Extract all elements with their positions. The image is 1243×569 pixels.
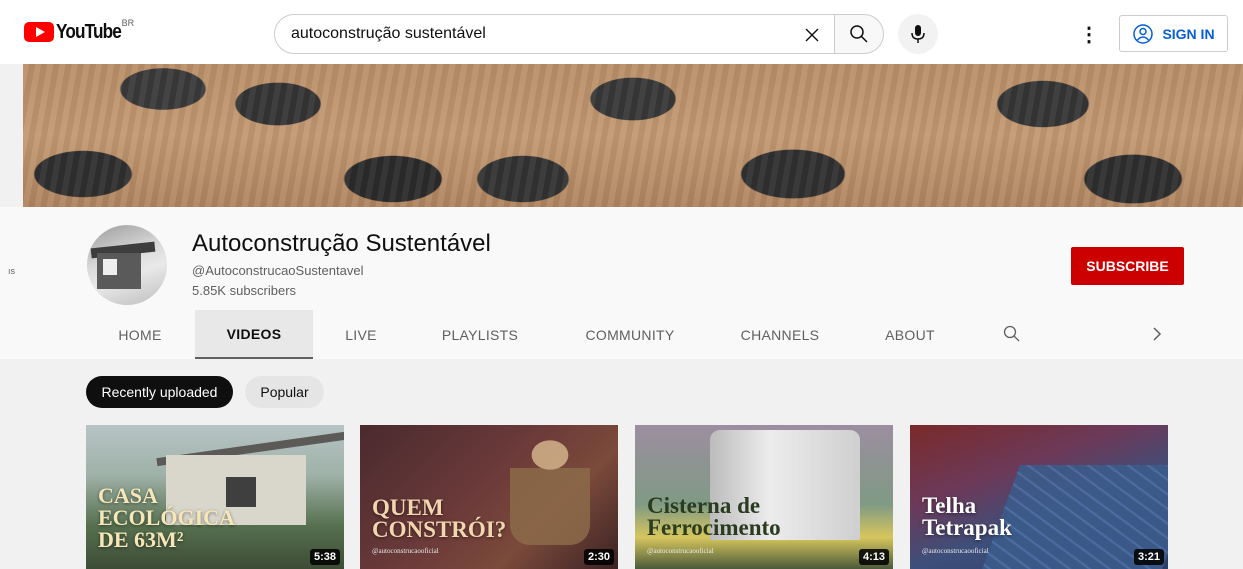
video-duration: 3:21 — [1133, 549, 1164, 565]
sign-in-button[interactable]: SIGN IN — [1119, 15, 1228, 52]
channel-tabs: HOME VIDEOS LIVE PLAYLISTS COMMUNITY CHA… — [0, 310, 1243, 359]
title-line: Telha — [922, 493, 977, 518]
channel-search-button[interactable] — [1000, 322, 1024, 346]
tab-home[interactable]: HOME — [110, 310, 170, 359]
search-icon — [1003, 325, 1020, 342]
title-line: DE 63M² — [98, 527, 184, 552]
masthead: YouTube BR ⋮ SIGN IN — [0, 0, 1243, 64]
tabs-next-button[interactable] — [1145, 322, 1169, 346]
search-button[interactable] — [834, 14, 884, 54]
video-title-overlay: CASA ECOLÓGICA DE 63M² — [98, 485, 235, 551]
video-handle-overlay: @autoconstrucaooficial — [922, 547, 989, 555]
search-input[interactable] — [291, 25, 771, 43]
tab-community[interactable]: COMMUNITY — [575, 310, 685, 359]
video-thumbnail[interactable]: QUEM CONSTRÓI? @autoconstrucaooficial 2:… — [360, 425, 618, 569]
more-vert-icon: ⋮ — [1079, 23, 1099, 46]
title-line: Ferrocimento — [647, 515, 781, 540]
logo-text: YouTube — [56, 21, 122, 43]
title-line: CONSTRÓI? — [372, 517, 507, 542]
settings-menu-button[interactable]: ⋮ — [1077, 20, 1101, 48]
search-icon — [850, 25, 868, 43]
user-circle-icon — [1133, 23, 1154, 44]
channel-title: Autoconstrução Sustentável — [192, 230, 491, 257]
youtube-logo-icon — [24, 22, 54, 42]
thumb-worker-shape — [510, 435, 590, 545]
channel-avatar[interactable] — [87, 225, 167, 305]
video-duration: 5:38 — [309, 549, 340, 565]
video-title-overlay: Telha Tetrapak — [922, 493, 1012, 540]
title-line: CASA — [98, 483, 158, 508]
youtube-logo[interactable]: YouTube BR — [24, 18, 134, 43]
chevron-right-icon — [1153, 327, 1162, 341]
avatar-house-shape — [97, 253, 141, 289]
title-line: QUEM — [372, 495, 444, 520]
video-thumbnail[interactable]: Cisterna de Ferrocimento @autoconstrucao… — [635, 425, 893, 569]
clear-icon — [805, 28, 819, 42]
video-handle-overlay: @autoconstrucaooficial — [372, 547, 439, 555]
clear-search-button[interactable] — [798, 21, 826, 49]
channel-banner — [23, 64, 1243, 207]
country-code: BR — [121, 18, 135, 28]
video-duration: 2:30 — [583, 549, 614, 565]
title-line: Tetrapak — [922, 515, 1012, 540]
title-line: ECOLÓGICA — [98, 505, 235, 530]
channel-handle: @AutoconstrucaoSustentavel — [192, 263, 364, 278]
video-thumbnail[interactable]: CASA ECOLÓGICA DE 63M² 5:38 — [86, 425, 344, 569]
mic-icon — [911, 25, 925, 43]
title-line: Cisterna de — [647, 493, 761, 518]
subscriber-count: 5.85K subscribers — [192, 283, 297, 298]
tab-live[interactable]: LIVE — [336, 310, 386, 359]
sidebar-stub-text: ıs — [8, 266, 16, 276]
sign-in-label: SIGN IN — [1162, 25, 1215, 42]
tab-channels[interactable]: CHANNELS — [730, 310, 830, 359]
voice-search-button[interactable] — [898, 14, 938, 54]
tab-about[interactable]: ABOUT — [878, 310, 942, 359]
subscribe-button[interactable]: SUBSCRIBE — [1071, 247, 1184, 285]
video-title-overlay: QUEM CONSTRÓI? — [372, 495, 507, 542]
video-duration: 4:13 — [858, 549, 889, 565]
video-title-overlay: Cisterna de Ferrocimento — [647, 493, 781, 540]
tab-videos[interactable]: VIDEOS — [195, 310, 313, 359]
search-box — [274, 14, 834, 54]
chip-popular[interactable]: Popular — [245, 376, 324, 408]
video-thumbnail[interactable]: Telha Tetrapak @autoconstrucaooficial 3:… — [910, 425, 1168, 569]
tab-playlists[interactable]: PLAYLISTS — [432, 310, 528, 359]
video-handle-overlay: @autoconstrucaooficial — [647, 547, 714, 555]
chip-recently-uploaded[interactable]: Recently uploaded — [86, 376, 233, 408]
